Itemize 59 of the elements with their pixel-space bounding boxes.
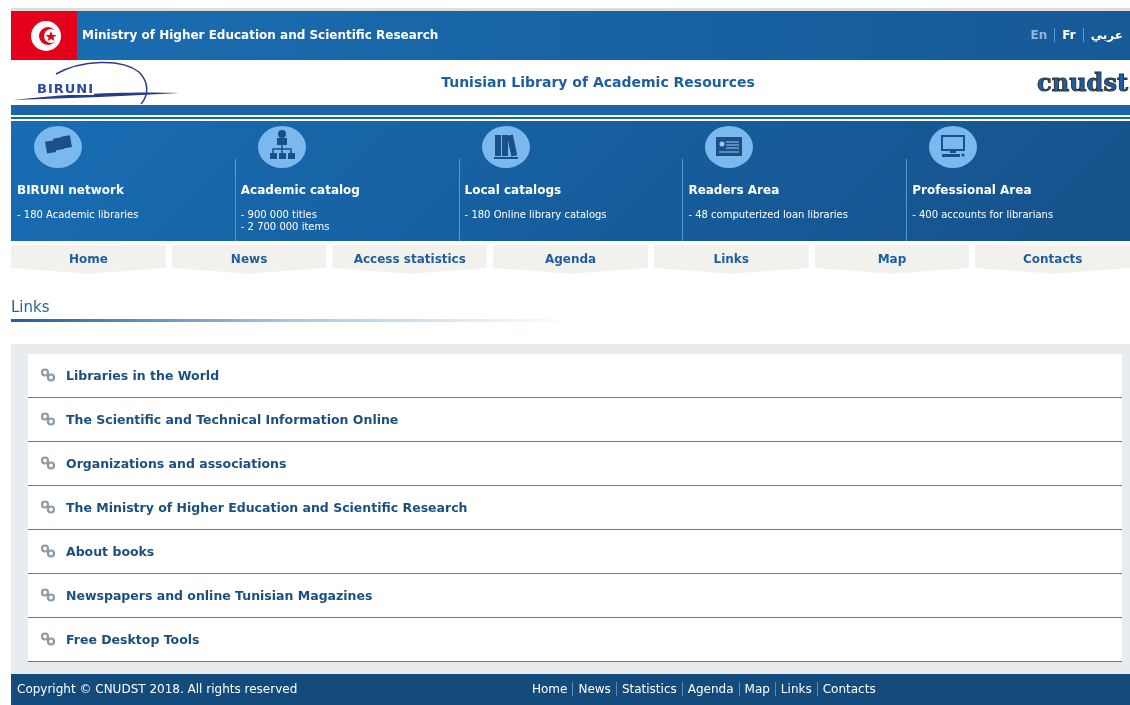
link-row[interactable]: The Ministry of Higher Education and Scientific Research: [28, 485, 1122, 530]
footer-link[interactable]: Statistics: [615, 682, 682, 697]
footer-link[interactable]: News: [572, 682, 616, 697]
biruni-logo: BIRUNI: [11, 59, 181, 105]
nav-tab[interactable]: Access statistics: [332, 245, 488, 274]
feature-stat: - 2 700 000 items: [240, 220, 331, 233]
nav-tab[interactable]: Agenda: [493, 245, 648, 274]
link-text: About books: [66, 543, 155, 559]
link-icon: [40, 588, 56, 603]
pages-icon: [33, 124, 83, 169]
hierarchy-icon: [256, 124, 307, 169]
link-row[interactable]: Free Desktop Tools: [28, 617, 1122, 662]
link-text: The Ministry of Higher Education and Scientific Research: [66, 499, 468, 515]
feature-title[interactable]: Readers Area: [688, 182, 901, 197]
link-text: Newspapers and online Tunisian Magazines: [66, 587, 373, 603]
link-row[interactable]: Libraries in the World: [28, 353, 1122, 398]
feature-title[interactable]: BIRUNI network: [17, 182, 229, 197]
link-icon: [40, 632, 56, 647]
page-title: Links: [11, 297, 51, 316]
feature-title[interactable]: Professional Area: [912, 182, 1124, 197]
link-icon: [40, 412, 56, 427]
feature-stat: - 400 accounts for librarians: [912, 208, 1055, 221]
ministry-title: Ministry of Higher Education and Scientific Research: [82, 28, 440, 43]
nav-tab[interactable]: Links: [653, 245, 809, 274]
footer-link[interactable]: Home: [527, 682, 573, 697]
footer-link[interactable]: Agenda: [681, 682, 739, 697]
feature-stat: - 48 computerized loan libraries: [688, 208, 849, 221]
link-text: Organizations and associations: [66, 455, 287, 471]
link-icon: [40, 500, 56, 515]
link-icon: [40, 456, 56, 471]
footer-link[interactable]: Map: [738, 682, 775, 697]
nav-tab[interactable]: Contacts: [975, 245, 1130, 274]
cnudst-logo: cnudst: [1036, 66, 1129, 99]
binders-icon: [480, 124, 531, 169]
nav-tab[interactable]: Home: [11, 245, 166, 274]
card-icon: [704, 124, 755, 169]
link-icon: [40, 368, 56, 383]
link-row[interactable]: The Scientific and Technical Information Online: [28, 397, 1122, 442]
feature-stat: - 180 Academic libraries: [17, 208, 140, 221]
copyright-text: Copyright © CNUDST 2018. All rights reserved: [17, 682, 299, 697]
link-text: Free Desktop Tools: [66, 631, 200, 647]
link-text: Libraries in the World: [66, 367, 220, 383]
site-title: Tunisian Library of Academic Resources: [441, 74, 755, 91]
footer-link[interactable]: Links: [774, 682, 817, 697]
language-link[interactable]: عربي: [1082, 28, 1130, 43]
link-row[interactable]: About books: [28, 529, 1122, 574]
feature-stat: - 900 000 titles: [240, 208, 318, 221]
footer-link[interactable]: Contacts: [816, 682, 881, 697]
feature-title[interactable]: Academic catalog: [240, 182, 453, 197]
nav-tab[interactable]: News: [171, 245, 327, 274]
nav-tab[interactable]: Map: [814, 245, 970, 274]
link-icon: [40, 544, 56, 559]
feature-stat: - 180 Online library catalogs: [464, 208, 608, 221]
computer-icon: [928, 124, 979, 169]
feature-title[interactable]: Local catalogs: [464, 182, 677, 197]
link-row[interactable]: Organizations and associations: [28, 441, 1122, 486]
link-text: The Scientific and Technical Information Online: [66, 411, 399, 427]
link-row[interactable]: Newspapers and online Tunisian Magazines: [28, 573, 1122, 618]
language-link[interactable]: Fr: [1054, 28, 1083, 43]
